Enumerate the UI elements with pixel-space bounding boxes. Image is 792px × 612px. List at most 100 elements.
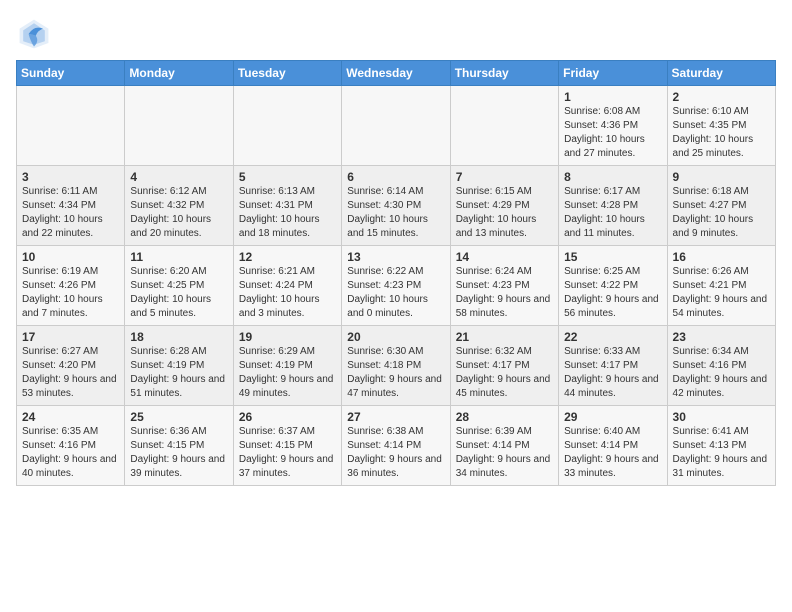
day-info: Sunrise: 6:39 AM Sunset: 4:14 PM Dayligh… bbox=[456, 425, 553, 481]
day-number: 29 bbox=[564, 410, 661, 424]
day-info: Sunrise: 6:22 AM Sunset: 4:23 PM Dayligh… bbox=[347, 265, 444, 321]
calendar-day: 15Sunrise: 6:25 AM Sunset: 4:22 PM Dayli… bbox=[559, 246, 667, 326]
weekday-header-friday: Friday bbox=[559, 61, 667, 86]
day-number: 4 bbox=[130, 170, 227, 184]
day-info: Sunrise: 6:15 AM Sunset: 4:29 PM Dayligh… bbox=[456, 185, 553, 241]
day-number: 6 bbox=[347, 170, 444, 184]
day-number: 1 bbox=[564, 90, 661, 104]
day-number: 14 bbox=[456, 250, 553, 264]
day-number: 19 bbox=[239, 330, 336, 344]
day-info: Sunrise: 6:29 AM Sunset: 4:19 PM Dayligh… bbox=[239, 345, 336, 401]
day-info: Sunrise: 6:41 AM Sunset: 4:13 PM Dayligh… bbox=[673, 425, 770, 481]
day-info: Sunrise: 6:18 AM Sunset: 4:27 PM Dayligh… bbox=[673, 185, 770, 241]
weekday-header-saturday: Saturday bbox=[667, 61, 775, 86]
day-number: 7 bbox=[456, 170, 553, 184]
weekday-header-thursday: Thursday bbox=[450, 61, 558, 86]
day-number: 10 bbox=[22, 250, 119, 264]
calendar-day: 12Sunrise: 6:21 AM Sunset: 4:24 PM Dayli… bbox=[233, 246, 341, 326]
day-info: Sunrise: 6:34 AM Sunset: 4:16 PM Dayligh… bbox=[673, 345, 770, 401]
day-info: Sunrise: 6:21 AM Sunset: 4:24 PM Dayligh… bbox=[239, 265, 336, 321]
calendar-week-4: 17Sunrise: 6:27 AM Sunset: 4:20 PM Dayli… bbox=[17, 326, 776, 406]
calendar-week-3: 10Sunrise: 6:19 AM Sunset: 4:26 PM Dayli… bbox=[17, 246, 776, 326]
calendar-day: 1Sunrise: 6:08 AM Sunset: 4:36 PM Daylig… bbox=[559, 86, 667, 166]
day-info: Sunrise: 6:14 AM Sunset: 4:30 PM Dayligh… bbox=[347, 185, 444, 241]
calendar-day: 8Sunrise: 6:17 AM Sunset: 4:28 PM Daylig… bbox=[559, 166, 667, 246]
day-info: Sunrise: 6:30 AM Sunset: 4:18 PM Dayligh… bbox=[347, 345, 444, 401]
day-info: Sunrise: 6:25 AM Sunset: 4:22 PM Dayligh… bbox=[564, 265, 661, 321]
calendar-day bbox=[17, 86, 125, 166]
calendar-day: 4Sunrise: 6:12 AM Sunset: 4:32 PM Daylig… bbox=[125, 166, 233, 246]
calendar-day: 23Sunrise: 6:34 AM Sunset: 4:16 PM Dayli… bbox=[667, 326, 775, 406]
calendar: SundayMondayTuesdayWednesdayThursdayFrid… bbox=[16, 60, 776, 486]
day-number: 21 bbox=[456, 330, 553, 344]
calendar-day: 5Sunrise: 6:13 AM Sunset: 4:31 PM Daylig… bbox=[233, 166, 341, 246]
day-info: Sunrise: 6:12 AM Sunset: 4:32 PM Dayligh… bbox=[130, 185, 227, 241]
day-number: 24 bbox=[22, 410, 119, 424]
day-number: 5 bbox=[239, 170, 336, 184]
calendar-week-5: 24Sunrise: 6:35 AM Sunset: 4:16 PM Dayli… bbox=[17, 406, 776, 486]
calendar-day bbox=[233, 86, 341, 166]
day-info: Sunrise: 6:38 AM Sunset: 4:14 PM Dayligh… bbox=[347, 425, 444, 481]
calendar-week-1: 1Sunrise: 6:08 AM Sunset: 4:36 PM Daylig… bbox=[17, 86, 776, 166]
calendar-body: 1Sunrise: 6:08 AM Sunset: 4:36 PM Daylig… bbox=[17, 86, 776, 486]
day-info: Sunrise: 6:08 AM Sunset: 4:36 PM Dayligh… bbox=[564, 105, 661, 161]
day-info: Sunrise: 6:10 AM Sunset: 4:35 PM Dayligh… bbox=[673, 105, 770, 161]
calendar-day: 18Sunrise: 6:28 AM Sunset: 4:19 PM Dayli… bbox=[125, 326, 233, 406]
calendar-day: 3Sunrise: 6:11 AM Sunset: 4:34 PM Daylig… bbox=[17, 166, 125, 246]
day-number: 3 bbox=[22, 170, 119, 184]
day-info: Sunrise: 6:28 AM Sunset: 4:19 PM Dayligh… bbox=[130, 345, 227, 401]
weekday-header-wednesday: Wednesday bbox=[342, 61, 450, 86]
day-number: 18 bbox=[130, 330, 227, 344]
day-info: Sunrise: 6:20 AM Sunset: 4:25 PM Dayligh… bbox=[130, 265, 227, 321]
calendar-day: 19Sunrise: 6:29 AM Sunset: 4:19 PM Dayli… bbox=[233, 326, 341, 406]
calendar-day: 25Sunrise: 6:36 AM Sunset: 4:15 PM Dayli… bbox=[125, 406, 233, 486]
day-number: 16 bbox=[673, 250, 770, 264]
calendar-day: 6Sunrise: 6:14 AM Sunset: 4:30 PM Daylig… bbox=[342, 166, 450, 246]
day-number: 17 bbox=[22, 330, 119, 344]
calendar-day: 10Sunrise: 6:19 AM Sunset: 4:26 PM Dayli… bbox=[17, 246, 125, 326]
day-info: Sunrise: 6:27 AM Sunset: 4:20 PM Dayligh… bbox=[22, 345, 119, 401]
day-number: 8 bbox=[564, 170, 661, 184]
day-number: 22 bbox=[564, 330, 661, 344]
calendar-header: SundayMondayTuesdayWednesdayThursdayFrid… bbox=[17, 61, 776, 86]
day-info: Sunrise: 6:35 AM Sunset: 4:16 PM Dayligh… bbox=[22, 425, 119, 481]
day-info: Sunrise: 6:24 AM Sunset: 4:23 PM Dayligh… bbox=[456, 265, 553, 321]
weekday-header-tuesday: Tuesday bbox=[233, 61, 341, 86]
calendar-day: 22Sunrise: 6:33 AM Sunset: 4:17 PM Dayli… bbox=[559, 326, 667, 406]
calendar-day: 30Sunrise: 6:41 AM Sunset: 4:13 PM Dayli… bbox=[667, 406, 775, 486]
calendar-day bbox=[125, 86, 233, 166]
day-number: 20 bbox=[347, 330, 444, 344]
calendar-day: 7Sunrise: 6:15 AM Sunset: 4:29 PM Daylig… bbox=[450, 166, 558, 246]
page-header bbox=[16, 16, 776, 52]
logo-icon bbox=[16, 16, 52, 52]
day-info: Sunrise: 6:13 AM Sunset: 4:31 PM Dayligh… bbox=[239, 185, 336, 241]
calendar-day: 26Sunrise: 6:37 AM Sunset: 4:15 PM Dayli… bbox=[233, 406, 341, 486]
day-number: 26 bbox=[239, 410, 336, 424]
calendar-day: 20Sunrise: 6:30 AM Sunset: 4:18 PM Dayli… bbox=[342, 326, 450, 406]
calendar-day bbox=[342, 86, 450, 166]
day-number: 9 bbox=[673, 170, 770, 184]
calendar-day: 13Sunrise: 6:22 AM Sunset: 4:23 PM Dayli… bbox=[342, 246, 450, 326]
calendar-day: 9Sunrise: 6:18 AM Sunset: 4:27 PM Daylig… bbox=[667, 166, 775, 246]
weekday-header-monday: Monday bbox=[125, 61, 233, 86]
day-number: 27 bbox=[347, 410, 444, 424]
calendar-day: 29Sunrise: 6:40 AM Sunset: 4:14 PM Dayli… bbox=[559, 406, 667, 486]
calendar-day bbox=[450, 86, 558, 166]
day-number: 12 bbox=[239, 250, 336, 264]
weekday-row: SundayMondayTuesdayWednesdayThursdayFrid… bbox=[17, 61, 776, 86]
calendar-day: 24Sunrise: 6:35 AM Sunset: 4:16 PM Dayli… bbox=[17, 406, 125, 486]
weekday-header-sunday: Sunday bbox=[17, 61, 125, 86]
day-number: 13 bbox=[347, 250, 444, 264]
calendar-week-2: 3Sunrise: 6:11 AM Sunset: 4:34 PM Daylig… bbox=[17, 166, 776, 246]
calendar-day: 21Sunrise: 6:32 AM Sunset: 4:17 PM Dayli… bbox=[450, 326, 558, 406]
day-info: Sunrise: 6:19 AM Sunset: 4:26 PM Dayligh… bbox=[22, 265, 119, 321]
day-number: 30 bbox=[673, 410, 770, 424]
calendar-day: 16Sunrise: 6:26 AM Sunset: 4:21 PM Dayli… bbox=[667, 246, 775, 326]
day-info: Sunrise: 6:36 AM Sunset: 4:15 PM Dayligh… bbox=[130, 425, 227, 481]
calendar-day: 28Sunrise: 6:39 AM Sunset: 4:14 PM Dayli… bbox=[450, 406, 558, 486]
day-number: 23 bbox=[673, 330, 770, 344]
day-info: Sunrise: 6:26 AM Sunset: 4:21 PM Dayligh… bbox=[673, 265, 770, 321]
day-number: 2 bbox=[673, 90, 770, 104]
calendar-day: 27Sunrise: 6:38 AM Sunset: 4:14 PM Dayli… bbox=[342, 406, 450, 486]
calendar-day: 11Sunrise: 6:20 AM Sunset: 4:25 PM Dayli… bbox=[125, 246, 233, 326]
